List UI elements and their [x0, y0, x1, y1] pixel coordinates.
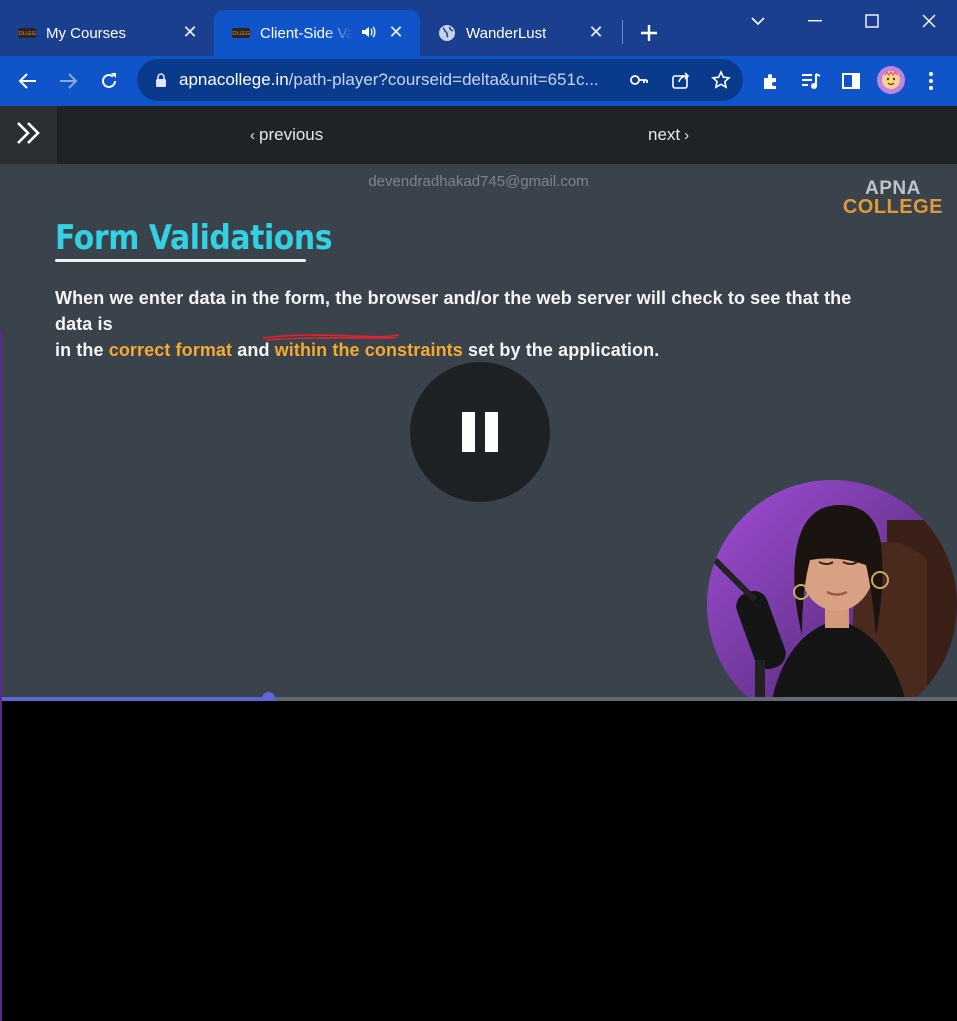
chevron-right-icon: ›	[684, 126, 690, 144]
globe-icon	[438, 24, 456, 42]
double-chevron-right-icon	[15, 120, 43, 151]
apna-college-favicon: COLLEGE	[232, 24, 250, 42]
apna-college-favicon: COLLEGE	[18, 24, 36, 42]
logo-line-2: COLLEGE	[842, 196, 943, 218]
tab-title: My Courses	[46, 24, 127, 42]
svg-text:COLLEGE: COLLEGE	[232, 31, 250, 37]
window-edge	[0, 330, 2, 1021]
highlight-within-constraints: within the constraints	[274, 340, 463, 360]
tab-title: WanderLust	[466, 24, 547, 42]
svg-text:COLLEGE: COLLEGE	[18, 31, 36, 37]
url-text[interactable]: apnacollege.in/path-player?courseid=delt…	[179, 70, 619, 90]
slide-text-line-1: When we enter data in the form, the brow…	[55, 288, 852, 334]
text-segment: and	[232, 340, 275, 360]
red-annotation-underline	[262, 334, 400, 341]
maximize-icon[interactable]	[857, 6, 887, 36]
close-tab-icon[interactable]: ✕	[180, 22, 200, 42]
pause-icon	[462, 412, 475, 452]
new-tab-icon[interactable]	[636, 20, 662, 46]
page-below-video	[0, 701, 957, 1021]
tab-search-chevron-icon[interactable]	[743, 6, 773, 36]
media-control-icon[interactable]	[798, 68, 824, 94]
bookmark-star-icon[interactable]	[709, 68, 733, 92]
address-bar[interactable]: apnacollege.in/path-player?courseid=delt…	[137, 59, 743, 101]
speaker-icon[interactable]	[360, 24, 376, 44]
lock-icon[interactable]	[153, 72, 169, 88]
extensions-puzzle-icon[interactable]	[758, 68, 784, 94]
title-underline	[55, 259, 306, 262]
apna-college-logo: APNA COLLEGE	[842, 179, 943, 218]
close-window-icon[interactable]	[914, 6, 944, 36]
forward-arrow-icon[interactable]	[55, 68, 81, 94]
pause-icon	[485, 412, 498, 452]
close-tab-icon[interactable]: ✕	[586, 22, 606, 42]
slide-body-text: When we enter data in the form, the brow…	[55, 285, 855, 363]
user-email-watermark: devendradhakad745@gmail.com	[368, 173, 589, 190]
key-icon[interactable]	[627, 68, 651, 92]
pause-button[interactable]	[410, 362, 550, 502]
profile-avatar[interactable]	[877, 66, 905, 94]
reload-icon[interactable]	[96, 68, 122, 94]
previous-link[interactable]: ‹ previous	[246, 125, 323, 145]
tab-client-side-validations[interactable]: COLLEGE Client-Side Validations ✕	[214, 10, 420, 56]
slide-text-line-2: in the correct format and within the con…	[55, 337, 855, 363]
close-tab-icon[interactable]: ✕	[386, 22, 406, 42]
sidebar-toggle-button[interactable]	[0, 106, 57, 164]
next-link[interactable]: next ›	[648, 125, 693, 145]
tab-my-courses[interactable]: COLLEGE My Courses ✕	[0, 10, 214, 56]
tab-title: Client-Side Validations	[260, 24, 352, 42]
minimize-icon[interactable]	[800, 6, 830, 36]
more-menu-icon[interactable]	[918, 68, 944, 94]
lesson-nav-bar: ‹ previous next ›	[0, 106, 957, 164]
previous-label: previous	[259, 125, 324, 144]
url-domain: apnacollege.in	[179, 70, 289, 89]
back-arrow-icon[interactable]	[15, 68, 41, 94]
side-panel-icon[interactable]	[838, 68, 864, 94]
text-segment: in the	[55, 340, 109, 360]
next-label: next	[648, 125, 681, 144]
tab-strip: COLLEGE My Courses ✕ COLLEGE Client-Side…	[0, 0, 957, 56]
tab-separator	[622, 20, 623, 44]
chevron-left-icon: ‹	[250, 126, 255, 144]
video-player[interactable]: devendradhakad745@gmail.com APNA COLLEGE…	[0, 164, 957, 698]
url-path: /path-player?courseid=delta&unit=651c...	[288, 70, 599, 89]
slide-title: Form Validations	[55, 218, 333, 258]
share-icon[interactable]	[669, 68, 693, 92]
text-segment: set by the application.	[462, 340, 660, 360]
browser-toolbar: apnacollege.in/path-player?courseid=delt…	[0, 56, 957, 106]
highlight-correct-format: correct format	[108, 340, 233, 360]
tab-wanderlust[interactable]: WanderLust ✕	[420, 10, 620, 56]
presenter-webcam-overlay	[707, 480, 957, 698]
